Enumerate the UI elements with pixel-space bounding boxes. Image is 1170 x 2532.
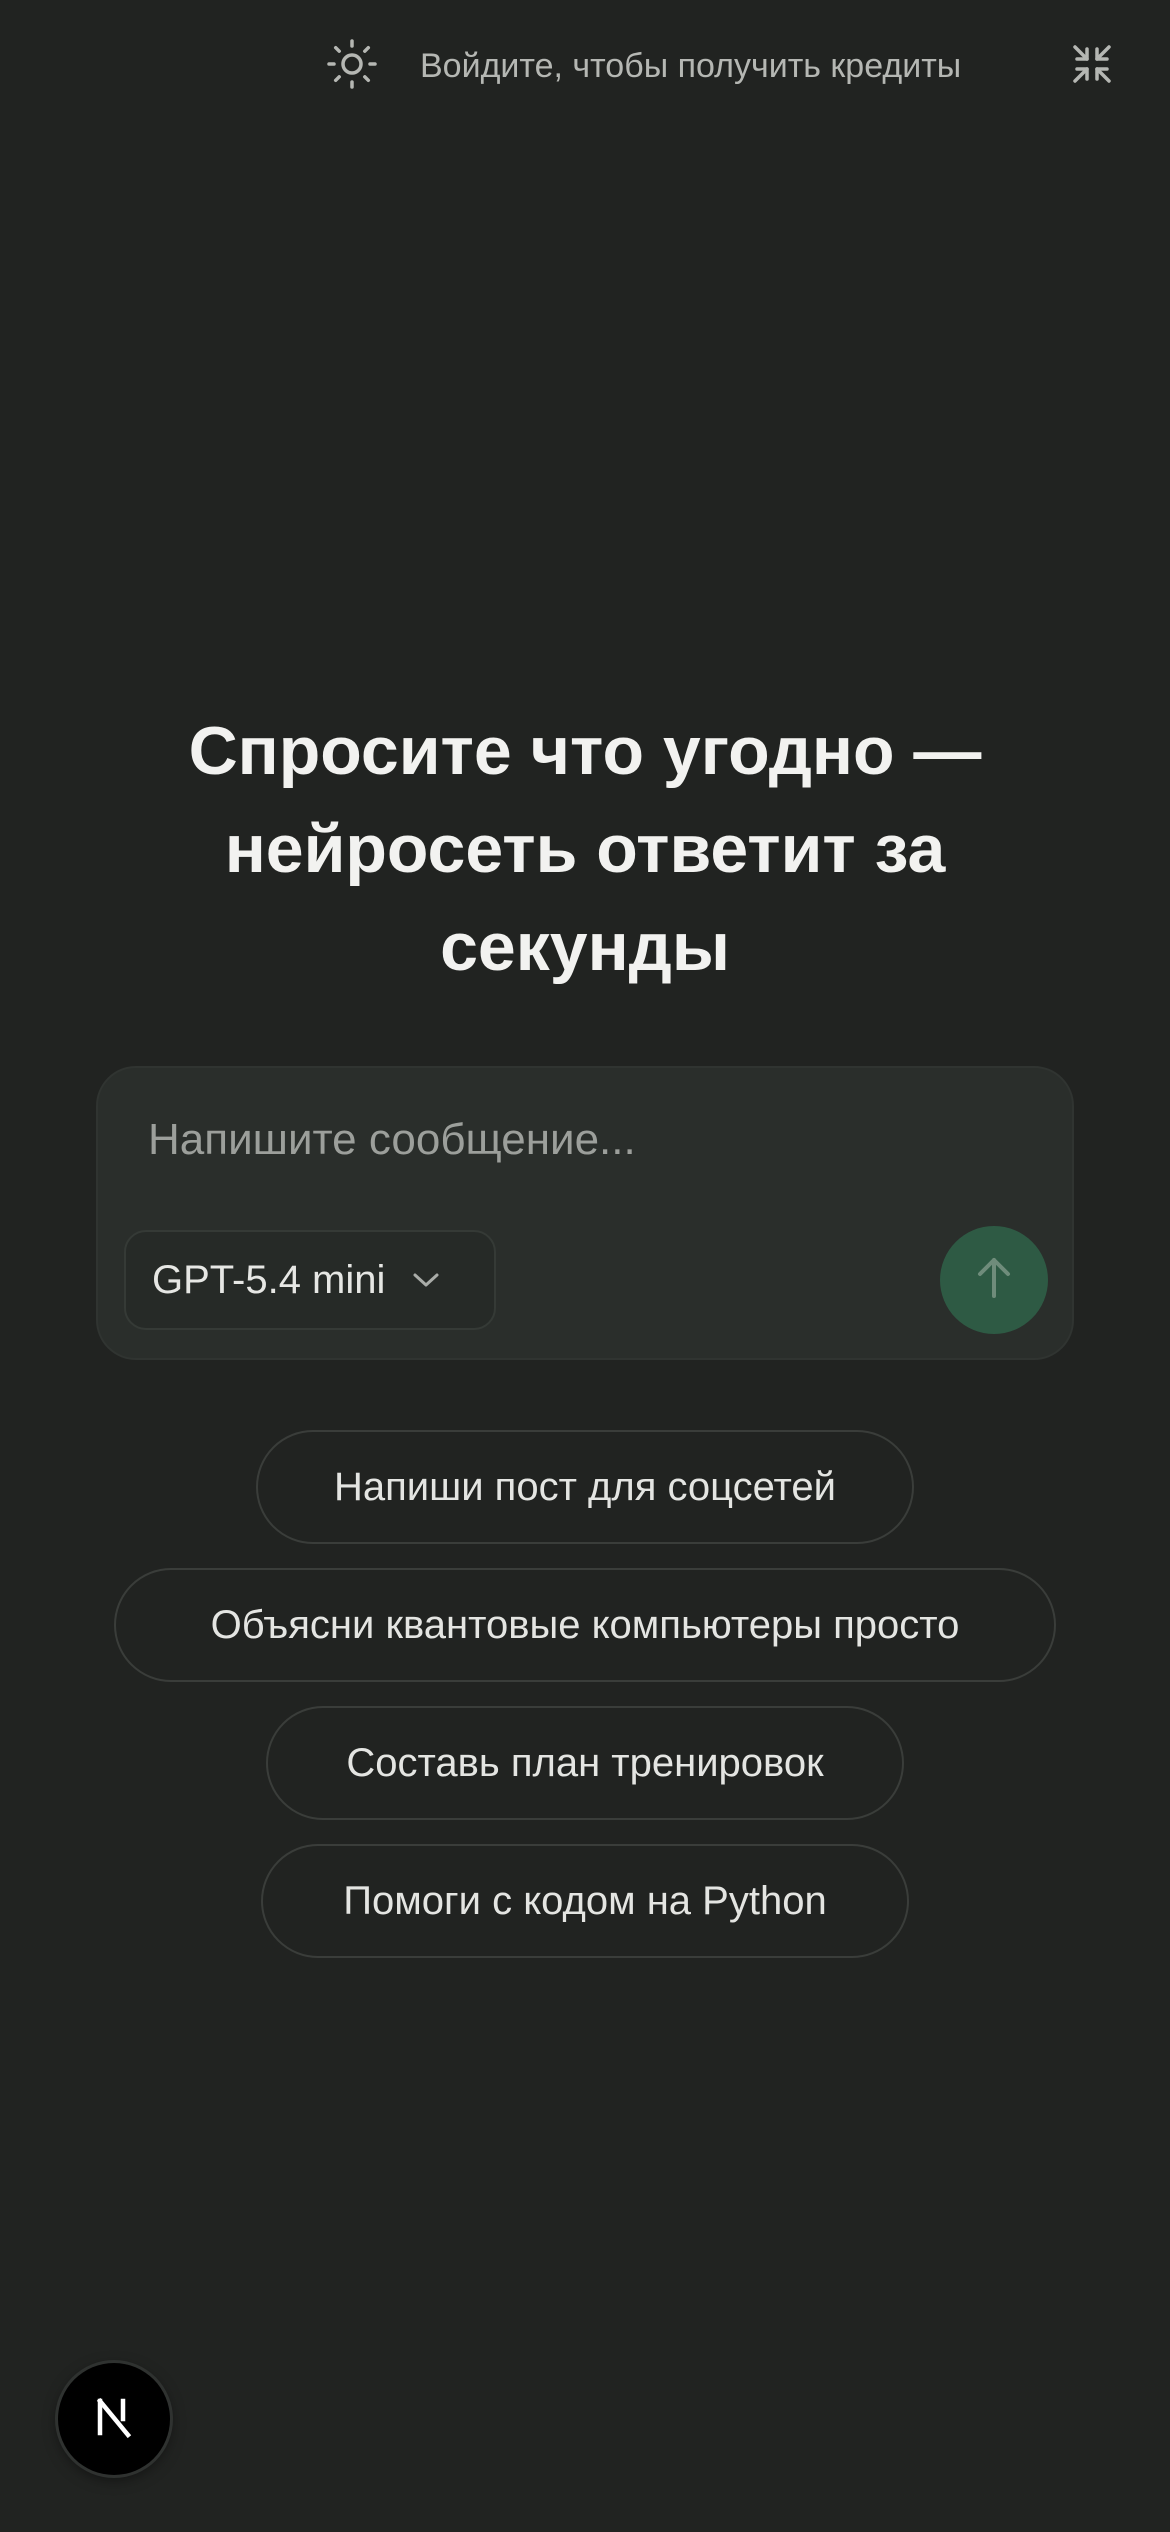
- model-selector[interactable]: GPT-5.4 mini: [124, 1230, 496, 1330]
- message-composer: GPT-5.4 mini: [96, 1066, 1074, 1360]
- login-for-credits-link[interactable]: Войдите, чтобы получить кредиты: [420, 42, 961, 90]
- suggestion-chip[interactable]: Помоги с кодом на Python: [261, 1844, 909, 1958]
- theme-toggle-button[interactable]: [322, 36, 382, 96]
- minimize-icon: [1071, 43, 1113, 90]
- suggestion-chip[interactable]: Напиши пост для соцсетей: [256, 1430, 914, 1544]
- arrow-up-icon: [972, 1254, 1016, 1307]
- next-badge-button[interactable]: [58, 2363, 170, 2475]
- suggestion-chip[interactable]: Объясни квантовые компьютеры просто: [114, 1568, 1056, 1682]
- suggestion-chip[interactable]: Составь план тренировок: [266, 1706, 904, 1820]
- next-logo-icon: [92, 2395, 136, 2444]
- sun-icon: [326, 38, 378, 95]
- model-selector-label: GPT-5.4 mini: [152, 1257, 386, 1302]
- send-button[interactable]: [940, 1226, 1048, 1334]
- chevron-down-icon: [411, 1270, 441, 1290]
- message-input[interactable]: [148, 1112, 1008, 1168]
- collapse-button[interactable]: [1064, 38, 1120, 94]
- top-bar: Войдите, чтобы получить кредиты: [0, 0, 1170, 132]
- hero-headline: Спросите что угодно — нейросеть ответит …: [188, 713, 982, 985]
